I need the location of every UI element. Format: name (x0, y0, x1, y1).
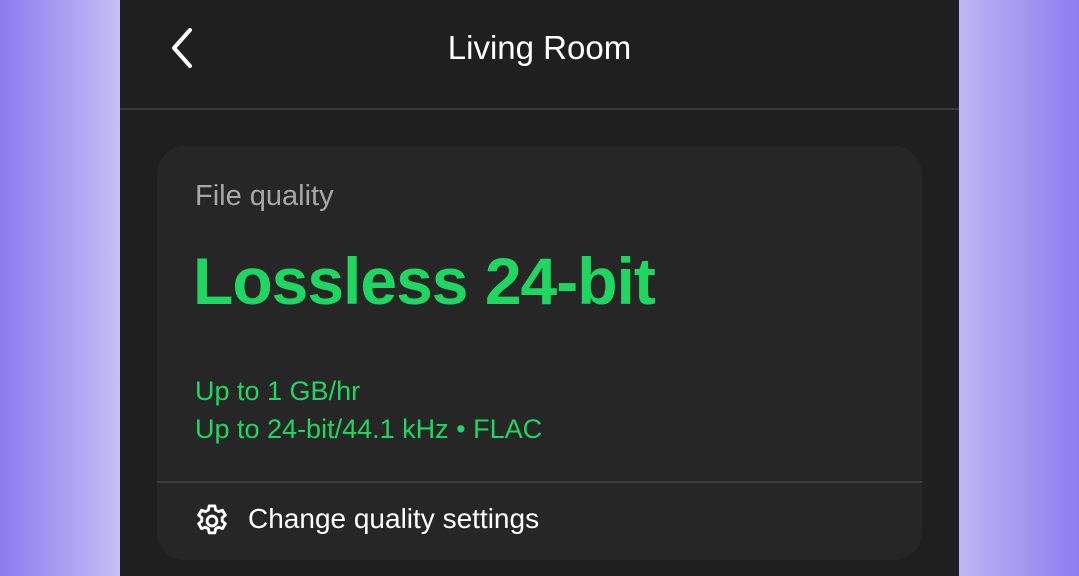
file-quality-label: File quality (195, 180, 334, 212)
quality-detail-format: Up to 24-bit/44.1 kHz • FLAC (195, 414, 543, 444)
change-quality-settings-button[interactable]: Change quality settings (157, 483, 922, 560)
change-quality-settings-label: Change quality settings (248, 503, 540, 534)
page-title: Living Room (447, 29, 632, 66)
top-bar: Living Room (120, 0, 959, 110)
gear-icon (197, 504, 227, 535)
quality-title: Lossless 24-bit (193, 244, 656, 318)
quality-detail-bitrate: Up to 1 GB/hr (195, 376, 361, 406)
content-area: File quality Lossless 24-bit Up to 1 GB/… (120, 110, 959, 576)
phone-screen: Living Room File quality Lossless 24-bit… (120, 0, 959, 576)
file-quality-card: File quality Lossless 24-bit Up to 1 GB/… (157, 146, 922, 560)
